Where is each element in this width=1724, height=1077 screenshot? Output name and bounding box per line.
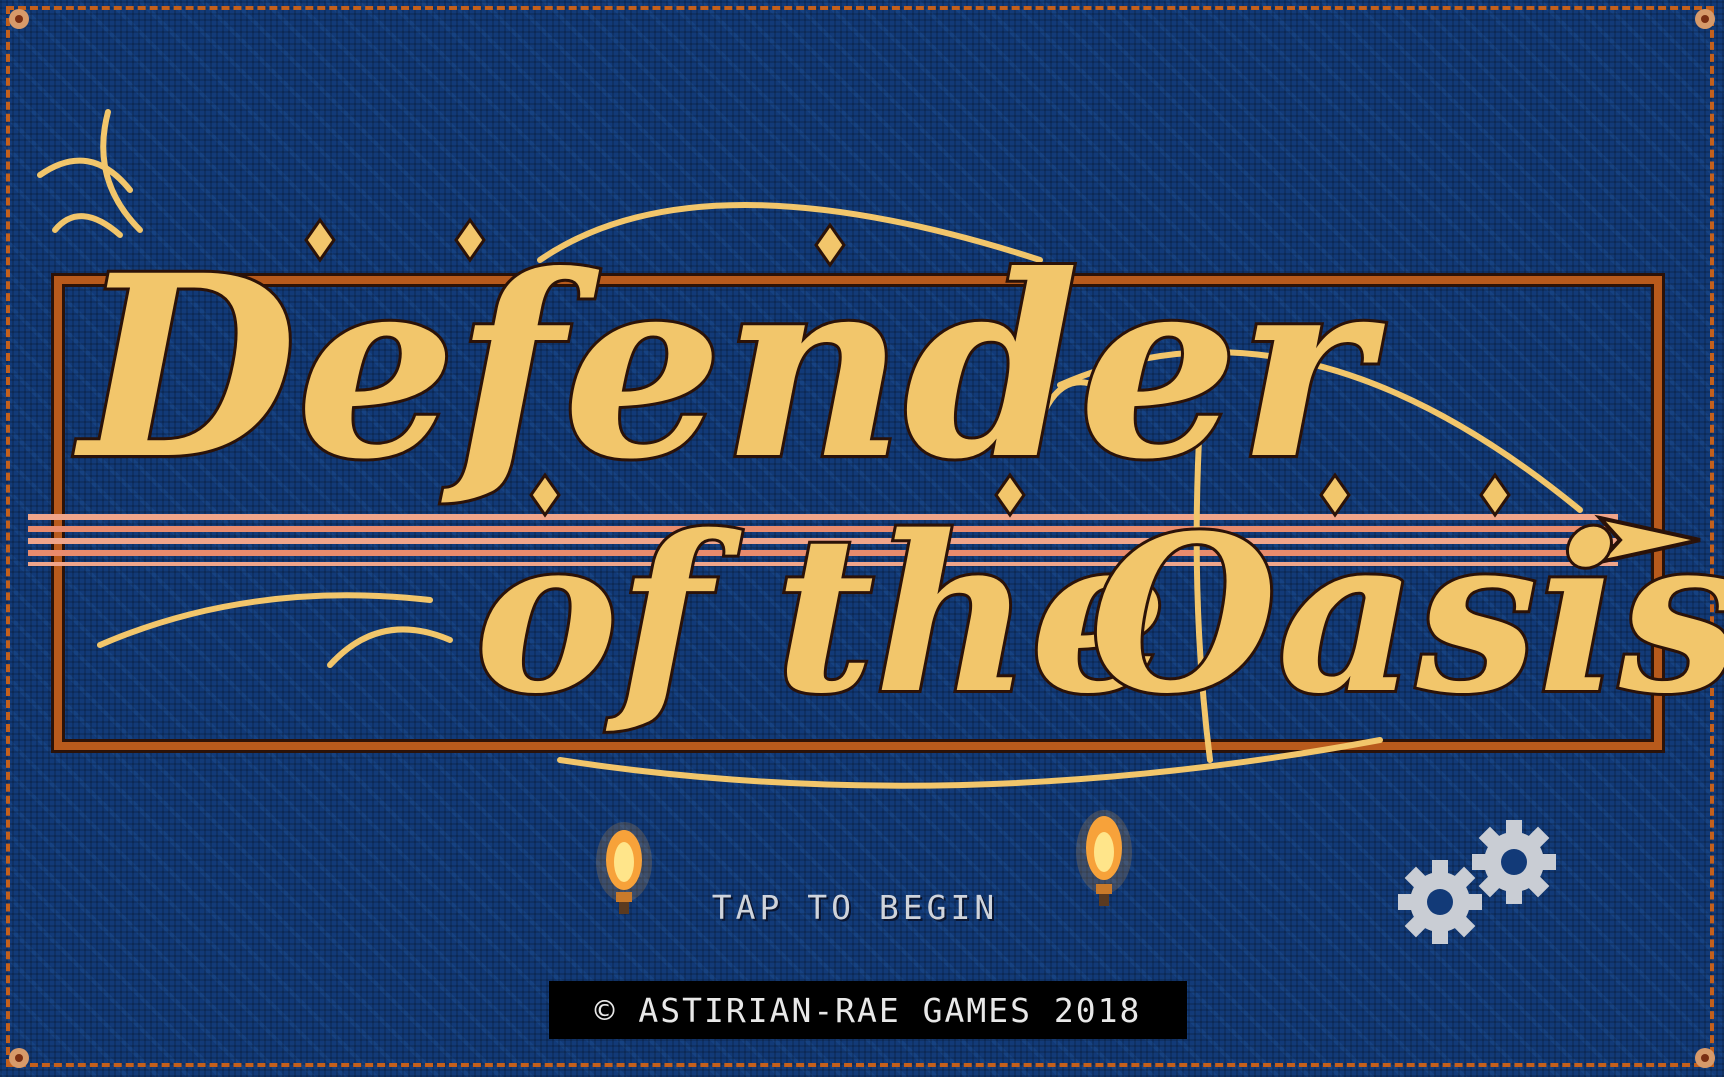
title-word-defender: Defender [74, 220, 1385, 514]
torch-icon [1076, 810, 1132, 906]
copyright-text: © ASTIRIAN-RAE GAMES 2018 [594, 990, 1142, 1030]
title-word-of: of [475, 488, 742, 741]
copyright-bar: © ASTIRIAN-RAE GAMES 2018 [549, 981, 1187, 1039]
settings-button[interactable] [1396, 818, 1564, 948]
gears-icon [1398, 820, 1556, 944]
torch-icon [596, 822, 652, 914]
tap-to-begin-prompt[interactable]: TAP TO BEGIN [660, 888, 1050, 927]
title-screen[interactable]: Defender of the Oasis TAP TO BEGIN © AST… [0, 0, 1724, 1077]
title-word-oasis: Oasis [1090, 488, 1724, 741]
